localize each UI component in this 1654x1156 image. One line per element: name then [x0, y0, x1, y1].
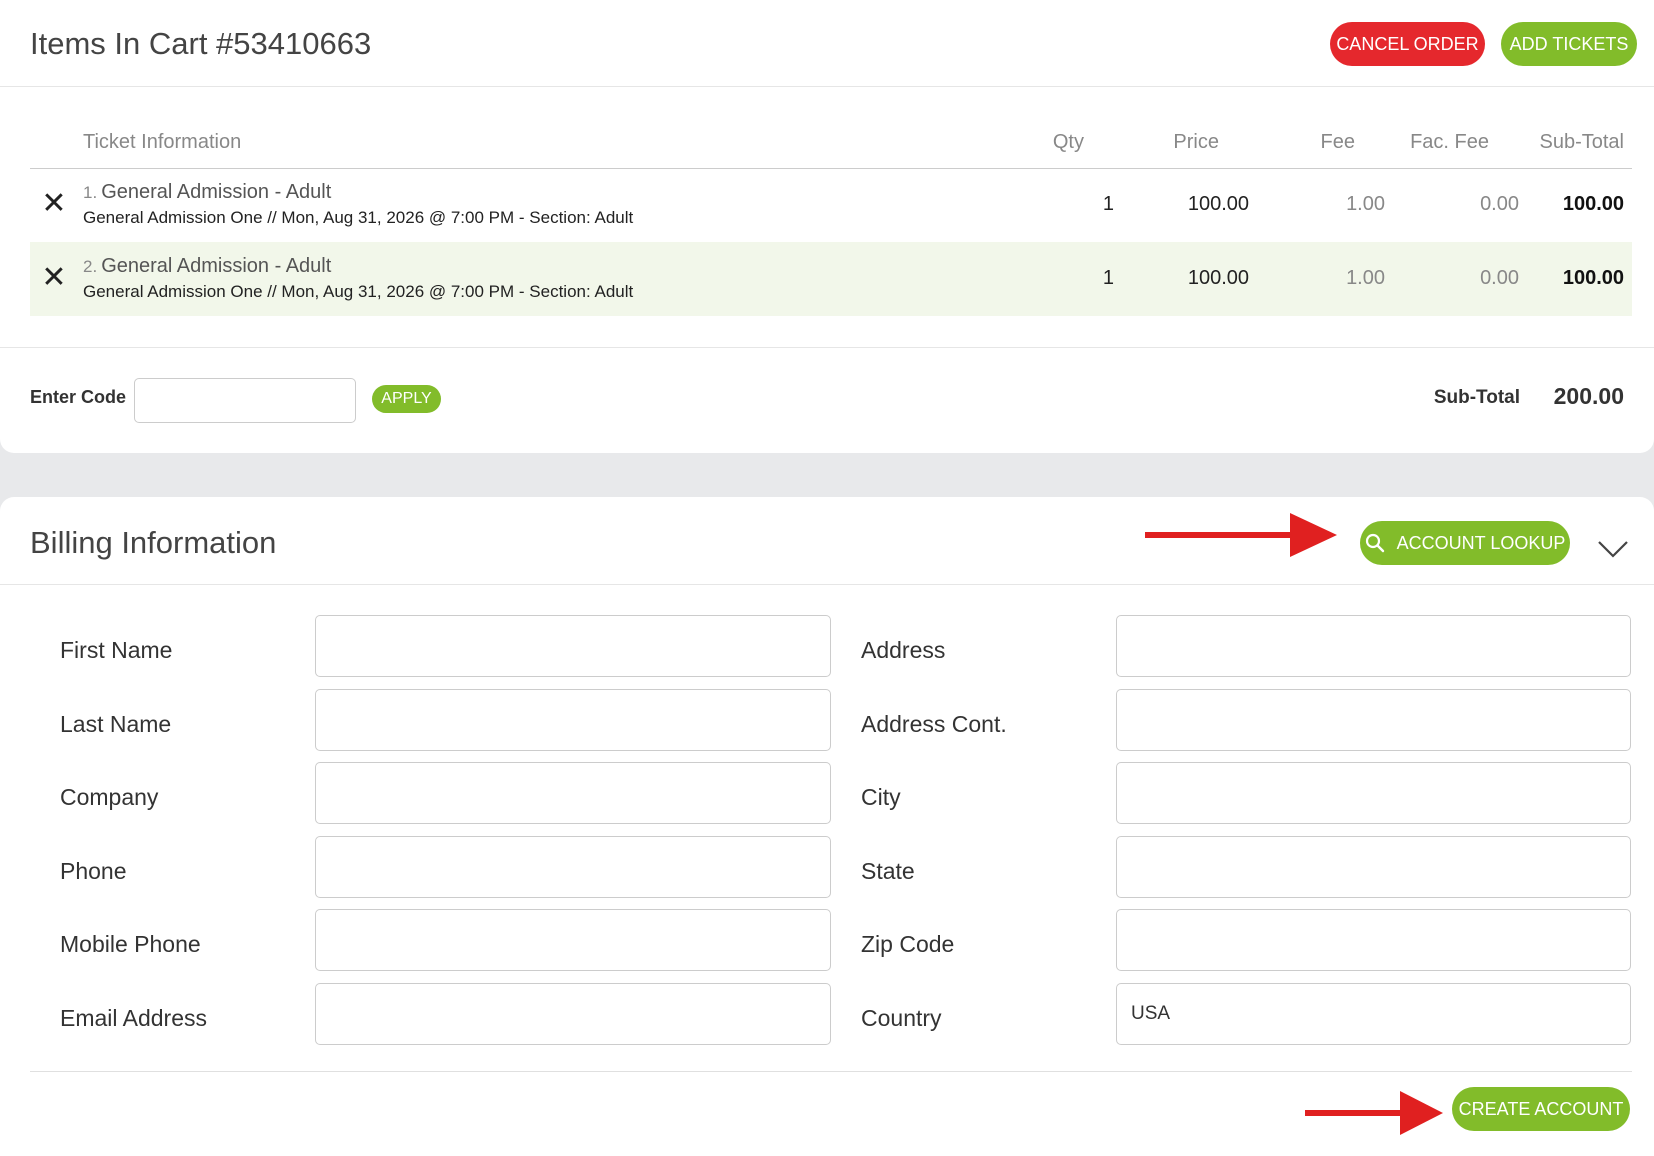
- billing-title: Billing Information: [30, 525, 277, 560]
- promo-code-input[interactable]: [134, 378, 356, 423]
- table-row: ✕ 1. General Admission - Adult General Ad…: [30, 168, 1632, 242]
- item-subtotal: 100.00: [1562, 267, 1624, 289]
- item-subtotal: 100.00: [1562, 193, 1624, 215]
- col-price: Price: [1173, 131, 1219, 153]
- item-name: General Admission - Adult: [101, 181, 332, 203]
- create-account-button[interactable]: CREATE ACCOUNT: [1452, 1087, 1630, 1131]
- billing-header-divider: [0, 584, 1654, 585]
- col-subtotal: Sub-Total: [1539, 131, 1625, 153]
- item-details: General Admission One // Mon, Aug 31, 20…: [83, 208, 634, 227]
- address-input[interactable]: [1116, 615, 1631, 677]
- item-name: General Admission - Adult: [101, 255, 332, 277]
- mobile-phone-input[interactable]: [315, 909, 831, 971]
- subtotal-value: 200.00: [1553, 383, 1624, 409]
- item-fac-fee: 0.00: [1480, 267, 1519, 289]
- first-name-label: First Name: [60, 637, 173, 663]
- country-input[interactable]: [1116, 983, 1631, 1045]
- close-icon[interactable]: ✕: [40, 263, 68, 293]
- arrow-right-icon: [1145, 513, 1337, 557]
- header-divider: [0, 86, 1654, 87]
- state-label: State: [861, 858, 915, 884]
- arrow-right-icon: [1305, 1091, 1443, 1135]
- item-number: 2.: [83, 257, 98, 276]
- item-price: 100.00: [1187, 193, 1249, 215]
- email-address-input[interactable]: [315, 983, 831, 1045]
- chevron-down-icon[interactable]: [1597, 539, 1629, 559]
- phone-label: Phone: [60, 858, 127, 884]
- item-fee: 1.00: [1346, 267, 1385, 289]
- city-label: City: [861, 784, 901, 810]
- email-address-label: Email Address: [60, 1005, 208, 1031]
- item-qty: 1: [1102, 267, 1114, 289]
- subtotal-label: Sub-Total: [1433, 387, 1520, 408]
- address-label: Address: [861, 637, 946, 663]
- mobile-phone-label: Mobile Phone: [60, 931, 201, 957]
- col-fac-fee: Fac. Fee: [1410, 131, 1489, 153]
- item-fac-fee: 0.00: [1480, 193, 1519, 215]
- apply-button[interactable]: APPLY: [372, 385, 441, 413]
- address-cont-input[interactable]: [1116, 689, 1631, 751]
- enter-code-label: Enter Code: [30, 387, 127, 407]
- close-icon[interactable]: ✕: [40, 189, 68, 219]
- company-label: Company: [60, 784, 159, 810]
- zip-code-input[interactable]: [1116, 909, 1631, 971]
- col-ticket-info: Ticket Information: [83, 131, 242, 153]
- item-fee: 1.00: [1346, 193, 1385, 215]
- item-details: General Admission One // Mon, Aug 31, 20…: [83, 282, 634, 301]
- add-tickets-button[interactable]: ADD TICKETS: [1501, 22, 1637, 66]
- account-lookup-button[interactable]: ACCOUNT LOOKUP: [1360, 521, 1570, 565]
- table-footer-divider: [0, 347, 1654, 348]
- state-input[interactable]: [1116, 836, 1631, 898]
- account-lookup-label: ACCOUNT LOOKUP: [1396, 532, 1566, 553]
- phone-input[interactable]: [315, 836, 831, 898]
- table-row: ✕ 2. General Admission - Adult General Ad…: [30, 242, 1632, 316]
- search-icon: [1365, 533, 1384, 553]
- country-label: Country: [861, 1005, 942, 1031]
- col-fee: Fee: [1320, 131, 1355, 153]
- item-price: 100.00: [1187, 267, 1249, 289]
- cart-card: Items In Cart #53410663 CANCEL ORDER ADD…: [0, 0, 1654, 453]
- item-title: 2. General Admission - Adult: [83, 255, 331, 278]
- col-qty: Qty: [1052, 131, 1084, 153]
- zip-code-label: Zip Code: [861, 931, 955, 957]
- item-qty: 1: [1102, 193, 1114, 215]
- first-name-input[interactable]: [315, 615, 831, 677]
- item-number: 1.: [83, 183, 98, 202]
- city-input[interactable]: [1116, 762, 1631, 824]
- billing-footer-divider: [30, 1071, 1632, 1072]
- last-name-label: Last Name: [60, 711, 172, 737]
- company-input[interactable]: [315, 762, 831, 824]
- item-title: 1. General Admission - Adult: [83, 181, 331, 204]
- address-cont-label: Address Cont.: [861, 711, 1007, 737]
- billing-card: Billing Information ACCOUNT LOOKUP First…: [0, 497, 1654, 1156]
- last-name-input[interactable]: [315, 689, 831, 751]
- cancel-order-button[interactable]: CANCEL ORDER: [1330, 22, 1485, 66]
- cart-title: Items In Cart #53410663: [30, 26, 372, 61]
